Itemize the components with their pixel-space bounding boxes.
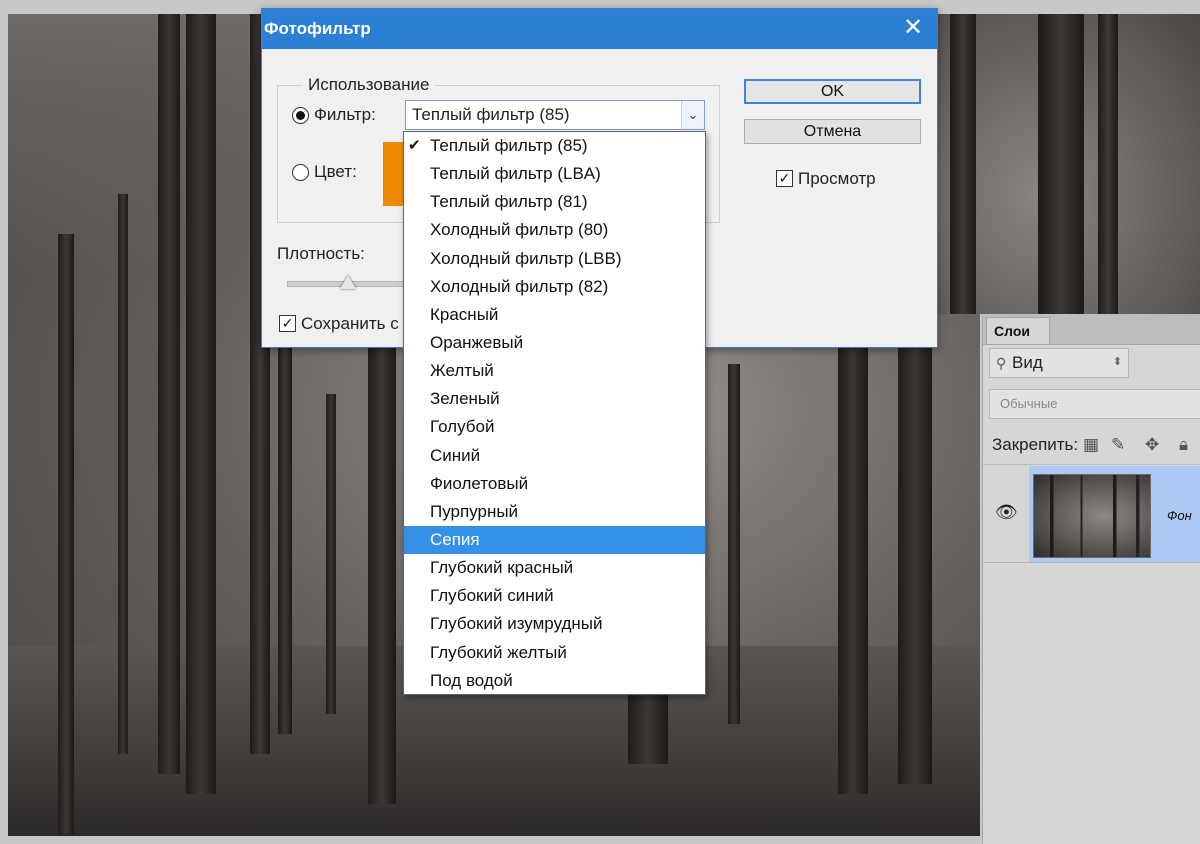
eye-icon[interactable]: 👁︎ — [995, 502, 1018, 523]
dropdown-item[interactable]: Глубокий красный — [404, 554, 705, 582]
tree-trunk — [118, 194, 128, 754]
density-label: Плотность: — [277, 244, 365, 263]
dialog-titlebar[interactable]: Фотофильтр ✕ — [262, 9, 937, 49]
dropdown-item[interactable]: Холодный фильтр (LBB) — [404, 245, 705, 273]
layer-filter-select[interactable]: ⚲ Вид ⬍ — [989, 348, 1129, 378]
dropdown-item-label: Желтый — [430, 361, 494, 381]
dropdown-item-label: Оранжевый — [430, 332, 524, 352]
dropdown-item-label: Глубокий изумрудный — [430, 614, 603, 634]
move-icon[interactable]: ✥ — [1145, 430, 1159, 460]
preserve-luminosity-checkbox[interactable]: ✓ — [279, 315, 296, 332]
search-icon: ⚲ — [996, 355, 1007, 371]
layer-row[interactable]: 👁︎ Фон — [983, 466, 1200, 563]
filter-radio-label[interactable]: Фильтр: — [314, 105, 376, 125]
close-icon[interactable]: ✕ — [901, 14, 925, 42]
dropdown-item[interactable]: Голубой — [404, 413, 705, 441]
dropdown-item[interactable]: Теплый фильтр (LBA) — [404, 160, 705, 188]
dropdown-item-label: Глубокий красный — [430, 558, 574, 578]
dropdown-item-label: Глубокий желтый — [430, 642, 567, 662]
density-slider-thumb[interactable] — [340, 275, 356, 289]
dropdown-item[interactable]: Фиолетовый — [404, 470, 705, 498]
blend-mode-select[interactable]: Обычные — [989, 389, 1200, 419]
dropdown-item-label: Сепия — [430, 529, 480, 549]
dropdown-item[interactable]: Сепия — [404, 525, 705, 555]
lock-toolbar: Закрепить: ▦ ✎ ✥ 🔒︎ — [983, 430, 1200, 460]
tree-trunk — [898, 314, 932, 784]
dropdown-item-label: Фиолетовый — [430, 473, 529, 493]
dropdown-item[interactable]: Под водой — [404, 667, 705, 695]
dropdown-item[interactable]: Пурпурный — [404, 498, 705, 526]
ok-button[interactable]: OK — [744, 79, 921, 104]
cancel-button[interactable]: Отмена — [744, 119, 921, 144]
dropdown-item-label: Теплый фильтр (81) — [430, 192, 588, 212]
tree-trunk — [186, 14, 216, 794]
dropdown-item-label: Холодный фильтр (LBB) — [430, 248, 622, 268]
tree-trunk — [1038, 14, 1084, 314]
tree-trunk — [158, 14, 180, 774]
dropdown-item[interactable]: ✔ Теплый фильтр (85) — [404, 132, 705, 160]
dropdown-item[interactable]: Желтый — [404, 357, 705, 385]
dialog-title: Фотофильтр — [264, 19, 371, 38]
dropdown-item-label: Теплый фильтр (LBA) — [430, 164, 601, 184]
dropdown-item[interactable]: Глубокий желтый — [404, 639, 705, 667]
lock-transparency-icon[interactable]: ▦ — [1083, 430, 1099, 460]
usage-group-title: Использование — [302, 75, 436, 95]
tab-layers[interactable]: Слои — [986, 317, 1050, 344]
tree-trunk — [950, 14, 976, 314]
layer-thumbnail — [1033, 474, 1151, 558]
dropdown-item-label: Красный — [430, 304, 499, 324]
dropdown-item-label: Холодный фильтр (80) — [430, 220, 609, 240]
tree-trunk — [728, 364, 740, 724]
filter-dropdown-list: ✔ Теплый фильтр (85) Теплый фильтр (LBA) Те… — [403, 131, 706, 695]
dropdown-item-label: Пурпурный — [430, 501, 519, 521]
image-canvas-right — [938, 14, 1200, 314]
dropdown-item-label: Под водой — [430, 670, 513, 690]
color-radio[interactable] — [292, 164, 309, 181]
chevron-down-icon[interactable]: ⌄ — [681, 101, 704, 129]
tree-trunk — [838, 314, 868, 794]
dropdown-item[interactable]: Холодный фильтр (82) — [404, 273, 705, 301]
filter-radio[interactable] — [292, 107, 309, 124]
dropdown-item[interactable]: Теплый фильтр (81) — [404, 188, 705, 216]
dropdown-item[interactable]: Глубокий изумрудный — [404, 610, 705, 638]
updown-arrows-icon: ⬍ — [1112, 356, 1122, 368]
dropdown-item-label: Синий — [430, 445, 481, 465]
layer-name: Фон — [1167, 508, 1192, 523]
tree-trunk — [326, 394, 336, 714]
tree-trunk — [1098, 14, 1118, 314]
layers-panel: Слои ⚲ Вид ⬍ Обычные Закрепить: ▦ ✎ ✥ 🔒︎… — [982, 314, 1200, 844]
checkmark-icon: ✔ — [408, 137, 421, 154]
dropdown-item[interactable]: Холодный фильтр (80) — [404, 216, 705, 244]
tree-trunk — [58, 234, 74, 834]
dropdown-item-label: Холодный фильтр (82) — [430, 276, 609, 296]
preview-checkbox[interactable]: ✓ — [776, 170, 793, 187]
filter-select-value: Теплый фильтр (85) — [412, 105, 570, 124]
dropdown-item[interactable]: Красный — [404, 301, 705, 329]
color-swatch[interactable] — [383, 142, 405, 206]
lock-label: Закрепить: — [992, 435, 1079, 454]
dropdown-item-label: Глубокий синий — [430, 586, 554, 606]
layer-filter-label: Вид — [1012, 353, 1043, 372]
layers-tabbar: Слои — [983, 314, 1200, 345]
dropdown-item[interactable]: Зеленый — [404, 385, 705, 413]
dropdown-item-label: Зеленый — [430, 389, 500, 409]
dropdown-item-label: Теплый фильтр (85) — [430, 136, 588, 155]
dropdown-item[interactable]: Оранжевый — [404, 329, 705, 357]
lock-icon[interactable]: 🔒︎ — [1179, 430, 1188, 460]
color-radio-label[interactable]: Цвет: — [314, 162, 357, 182]
preview-label: Просмотр — [798, 169, 876, 188]
divider — [983, 464, 1200, 465]
dropdown-item[interactable]: Синий — [404, 442, 705, 470]
brush-icon[interactable]: ✎ — [1111, 430, 1125, 460]
tree-trunk — [368, 344, 396, 804]
filter-select[interactable]: Теплый фильтр (85) ⌄ — [405, 100, 705, 130]
dropdown-item-label: Голубой — [430, 417, 495, 437]
preserve-luminosity-label: Сохранить с — [301, 314, 399, 333]
dropdown-item[interactable]: Глубокий синий — [404, 582, 705, 610]
